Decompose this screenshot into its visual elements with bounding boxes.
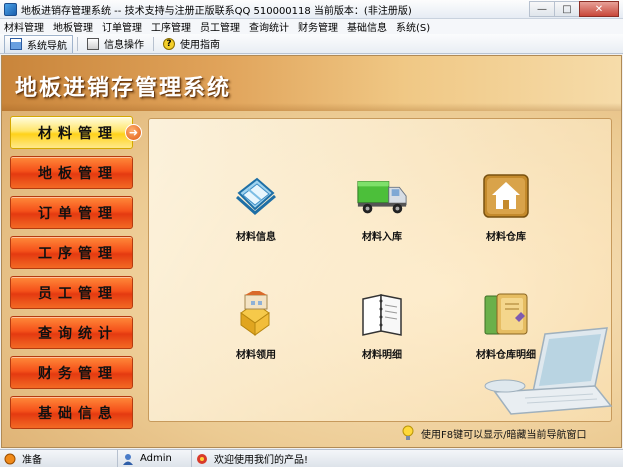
nav-button-label: 基础信息 (38, 405, 118, 422)
lightbulb-icon (401, 425, 415, 441)
window-title: 地板进销存管理系统 -- 技术支持与注册正版联系QQ 510000118 当前版… (21, 5, 412, 17)
toolbar: 系统导航 信息操作 ? 使用指南 (0, 34, 623, 54)
banner: 地板进销存管理系统 (2, 56, 621, 111)
nav-button-label: 财务管理 (38, 365, 118, 382)
nav-button-process[interactable]: 工序管理 (10, 236, 133, 269)
banner-title: 地板进销存管理系统 (15, 76, 232, 101)
toolbar-separator (77, 36, 78, 51)
tile-material-info[interactable]: 材料信息 (201, 171, 311, 243)
nav-button-label: 订单管理 (38, 205, 118, 222)
close-button[interactable]: ✕ (579, 1, 619, 17)
maximize-button[interactable]: □ (554, 1, 580, 17)
material-info-icon (229, 171, 283, 221)
navigation-icon (10, 38, 22, 50)
nav-button-label: 工序管理 (38, 245, 118, 262)
nav-button-basic-info[interactable]: 基础信息 (10, 396, 133, 429)
minimize-button[interactable]: — (529, 1, 555, 17)
info-operation-icon (87, 37, 99, 50)
menu-bar: 材料管理 地板管理 订单管理 工序管理 员工管理 查询统计 财务管理 基础信息 … (0, 19, 623, 34)
menu-item-floor[interactable]: 地板管理 (53, 19, 93, 34)
welcome-icon (196, 453, 208, 465)
toolbar-help-button[interactable]: ? 使用指南 (158, 35, 225, 53)
truck-icon (355, 171, 409, 221)
status-bar: 准备 Admin 欢迎使用我们的产品! (0, 449, 623, 467)
window-controls: — □ ✕ (529, 0, 623, 19)
status-welcome: 欢迎使用我们的产品! (214, 455, 309, 466)
menu-item-order[interactable]: 订单管理 (102, 19, 142, 34)
nav-button-label: 员工管理 (38, 285, 118, 302)
toolbar-info-label: 信息操作 (104, 40, 144, 51)
nav-button-order[interactable]: 订单管理 (10, 196, 133, 229)
status-welcome-cell: 欢迎使用我们的产品! (192, 450, 623, 467)
tile-label: 材料信息 (236, 232, 276, 243)
side-navigation: 材料管理 ➜ 地板管理 订单管理 工序管理 员工管理 查询统计 财务管理 基础信… (10, 116, 142, 436)
status-user-cell: Admin (118, 449, 192, 467)
menu-item-employee[interactable]: 员工管理 (200, 19, 240, 34)
help-icon: ? (163, 37, 175, 50)
status-ready: 准备 (22, 455, 42, 466)
nav-button-employee[interactable]: 员工管理 (10, 276, 133, 309)
nav-button-finance[interactable]: 财务管理 (10, 356, 133, 389)
nav-button-query[interactable]: 查询统计 (10, 316, 133, 349)
menu-item-basic-info[interactable]: 基础信息 (347, 19, 387, 34)
window-titlebar: 地板进销存管理系统 -- 技术支持与注册正版联系QQ 510000118 当前版… (0, 0, 623, 19)
status-user: Admin (140, 453, 172, 464)
user-icon (122, 453, 134, 465)
toolbar-nav-button[interactable]: 系统导航 (4, 34, 73, 53)
arrow-right-icon: ➜ (125, 124, 142, 141)
tile-label: 材料入库 (362, 232, 402, 243)
nav-button-label: 材料管理 (38, 125, 118, 142)
toolbar-help-label: 使用指南 (180, 40, 220, 51)
menu-item-process[interactable]: 工序管理 (151, 19, 191, 34)
laptop-decoration-icon (475, 326, 615, 421)
nav-button-material[interactable]: 材料管理 ➜ (10, 116, 142, 149)
hint-text: 使用F8键可以显示/暗藏当前导航窗口 (421, 429, 587, 441)
app-icon (4, 2, 17, 16)
f8-hint: 使用F8键可以显示/暗藏当前导航窗口 (401, 425, 586, 441)
toolbar-separator (153, 36, 154, 51)
nav-button-label: 地板管理 (38, 165, 118, 182)
tile-label: 材料领用 (236, 350, 276, 361)
tile-material-issue[interactable]: 材料领用 (201, 289, 311, 361)
material-issue-icon (229, 289, 283, 339)
toolbar-info-button[interactable]: 信息操作 (82, 35, 149, 53)
status-app-icon (4, 453, 16, 465)
tile-material-warehouse[interactable]: 材料仓库 (451, 171, 561, 243)
tile-label: 材料仓库 (486, 232, 526, 243)
menu-item-query[interactable]: 查询统计 (249, 19, 289, 34)
menu-item-system[interactable]: 系统(S) (396, 19, 430, 34)
main-area: 地板进销存管理系统 材料管理 ➜ 地板管理 订单管理 工序管理 员工管理 查询统… (1, 55, 622, 448)
nav-button-floor[interactable]: 地板管理 (10, 156, 133, 189)
tile-material-detail[interactable]: 材料明细 (327, 289, 437, 361)
nav-button-label: 查询统计 (38, 325, 118, 342)
toolbar-nav-label: 系统导航 (27, 40, 67, 52)
status-ready-cell: 准备 (0, 449, 118, 467)
tile-material-inbound[interactable]: 材料入库 (327, 171, 437, 243)
menu-item-finance[interactable]: 财务管理 (298, 19, 338, 34)
tile-label: 材料明细 (362, 350, 402, 361)
notebook-icon (355, 289, 409, 339)
warehouse-house-icon (479, 171, 533, 221)
menu-item-material[interactable]: 材料管理 (4, 19, 44, 34)
